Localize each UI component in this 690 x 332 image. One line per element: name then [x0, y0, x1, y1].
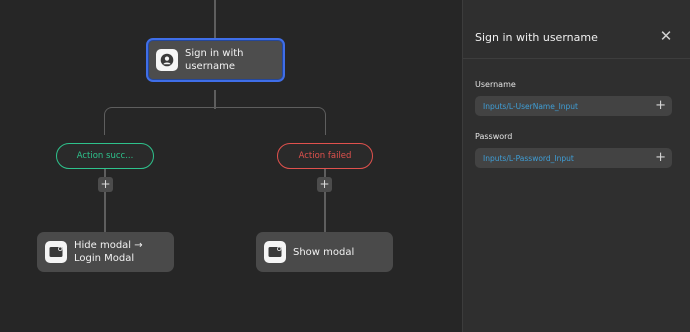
add-step-success-button[interactable]: + — [98, 177, 113, 192]
properties-panel: Sign in with username ✕ Username Inputs/… — [462, 0, 690, 332]
user-avatar-icon — [156, 49, 178, 71]
username-label: Username — [475, 80, 516, 89]
panel-title: Sign in with username — [475, 31, 598, 44]
action-success-pill[interactable]: Action succ... — [56, 143, 154, 169]
action-failed-pill[interactable]: Action failed — [277, 143, 373, 169]
modal-icon — [264, 241, 286, 263]
action-success-label: Action succ... — [76, 151, 134, 161]
connector-right-curve — [214, 107, 326, 135]
add-password-button[interactable]: + — [655, 150, 666, 166]
sign-in-node[interactable]: Sign in with username — [146, 38, 285, 82]
username-field-value: Inputs/L-UserName_Input — [483, 101, 578, 111]
add-username-button[interactable]: + — [655, 98, 666, 114]
add-step-failed-button[interactable]: + — [317, 177, 332, 192]
modal-icon — [45, 241, 67, 263]
sign-in-node-label: Sign in with username — [185, 48, 244, 72]
close-icon[interactable]: ✕ — [659, 29, 673, 44]
password-field[interactable]: Inputs/L-Password_Input + — [475, 148, 672, 168]
hide-modal-node-label: Hide modal → Login Modal — [74, 240, 143, 264]
connector-left-curve — [104, 107, 215, 135]
password-label: Password — [475, 132, 513, 141]
username-field[interactable]: Inputs/L-UserName_Input + — [475, 96, 672, 116]
action-failed-label: Action failed — [298, 151, 352, 161]
flow-canvas[interactable]: Sign in with username Action succ... Act… — [0, 0, 462, 332]
show-modal-node-label: Show modal — [293, 246, 355, 258]
panel-divider — [463, 58, 690, 59]
connector-top — [214, 0, 216, 38]
show-modal-node[interactable]: Show modal — [256, 232, 393, 272]
password-field-value: Inputs/L-Password_Input — [483, 153, 574, 163]
hide-modal-node[interactable]: Hide modal → Login Modal — [37, 232, 174, 272]
